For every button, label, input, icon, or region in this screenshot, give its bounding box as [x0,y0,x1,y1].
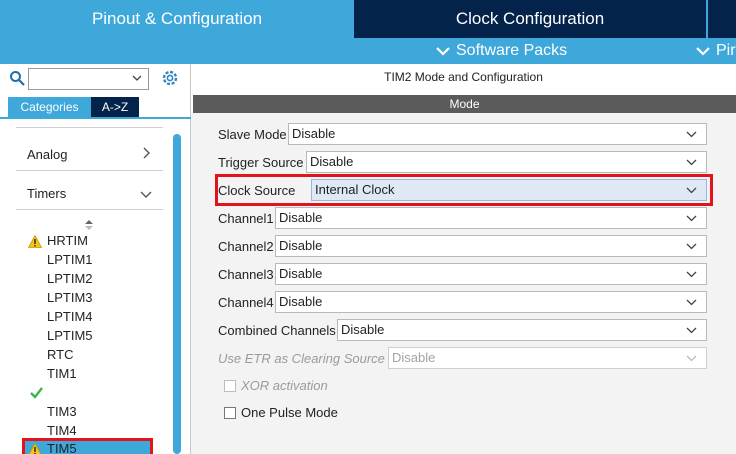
pinout-menu-label: Pir [716,42,736,59]
channel1-select[interactable]: Disable [275,207,707,229]
channel3-value: Disable [279,266,323,281]
warning-icon [28,235,42,248]
tab-overflow[interactable] [706,0,736,38]
chevron-down-icon [686,271,697,278]
channel4-value: Disable [279,294,323,309]
chevron-down-icon[interactable] [132,73,142,83]
panel-title: TIM2 Mode and Configuration [384,70,543,84]
combined-channels-select[interactable]: Disable [337,319,707,341]
channel1-label: Channel1 [218,211,274,226]
search-row [0,64,191,94]
chevron-down-icon [686,299,697,306]
chevron-down-icon [696,47,710,56]
xor-activation-checkbox [224,380,236,392]
timer-item-lptim3[interactable]: LPTIM3 [47,289,93,307]
chevron-down-icon [686,355,697,362]
combined-channels-label: Combined Channels [218,323,336,338]
tab-categories[interactable]: Categories [8,97,91,117]
channel4-select[interactable]: Disable [275,291,707,313]
chevron-down-icon [686,159,697,166]
category-tab-underline [0,117,191,119]
timer-item-tim4[interactable]: TIM4 [47,422,77,440]
channel3-label: Channel3 [218,267,274,282]
timer-item-lptim5[interactable]: LPTIM5 [47,327,93,345]
use-etr-value: Disable [392,350,436,365]
divider [16,209,163,210]
tab-a-to-z[interactable]: A->Z [91,97,139,117]
channel2-select[interactable]: Disable [275,235,707,257]
mode-section-header[interactable]: Mode [193,95,736,113]
chevron-down-icon [436,47,450,56]
chevron-down-icon[interactable] [140,188,152,200]
timer-item-lptim4[interactable]: LPTIM4 [47,308,93,326]
software-packs-label: Software Packs [456,42,568,59]
use-etr-label: Use ETR as Clearing Source [218,351,385,366]
warning-icon [28,443,42,454]
chevron-down-icon [686,215,697,222]
trigger-source-value: Disable [310,154,354,169]
scrollbar[interactable] [173,134,181,454]
channel2-label: Channel2 [218,239,274,254]
gear-icon[interactable] [161,69,179,87]
channel4-label: Channel4 [218,295,274,310]
search-input[interactable] [28,68,149,90]
xor-activation-label: XOR activation [241,378,328,393]
combined-channels-value: Disable [341,322,385,337]
category-list: Analog Timers HRTIM LPTIM1 LPTIM2 LPTIM3… [0,120,191,454]
tab-pinout-configuration[interactable]: Pinout & Configuration [0,0,354,38]
chevron-down-icon [686,131,697,138]
sort-icon[interactable] [84,219,94,231]
timer-item-tim1[interactable]: TIM1 [47,365,77,383]
clock-source-select[interactable]: Internal Clock [311,179,707,201]
search-icon [10,71,25,86]
timer-item-tim3[interactable]: TIM3 [47,403,77,421]
mode-form: Slave Mode Disable Trigger Source Disabl… [191,113,736,454]
right-panel: TIM2 Mode and Configuration Mode Slave M… [191,64,736,454]
timer-item-lptim1[interactable]: LPTIM1 [47,251,93,269]
channel2-value: Disable [279,238,323,253]
divider [16,127,163,128]
use-etr-select: Disable [388,347,707,369]
left-panel: Categories A->Z Analog Timers HRTIM LPTI… [0,64,191,454]
tab-clock-configuration[interactable]: Clock Configuration [354,0,706,38]
clock-source-label: Clock Source [218,183,296,198]
slave-mode-label: Slave Mode [218,127,287,142]
chevron-down-icon [686,327,697,334]
check-icon [30,387,43,399]
timer-item-tim5[interactable]: TIM5 [47,440,77,454]
timer-item-rtc[interactable]: RTC [47,346,73,364]
sub-menu-bar: Software Packs Pir [0,38,736,64]
timer-item-hrtim[interactable]: HRTIM [47,232,88,250]
one-pulse-mode-label: One Pulse Mode [241,405,338,420]
trigger-source-label: Trigger Source [218,155,304,170]
timer-item-lptim2[interactable]: LPTIM2 [47,270,93,288]
slave-mode-value: Disable [292,126,336,141]
pinout-menu[interactable]: Pir [696,38,736,64]
chevron-down-icon [686,187,697,194]
clock-source-value: Internal Clock [315,182,395,197]
group-timers[interactable]: Timers [27,186,66,201]
software-packs-menu[interactable]: Software Packs [436,38,567,64]
chevron-down-icon [686,243,697,250]
divider [16,170,163,171]
slave-mode-select[interactable]: Disable [288,123,707,145]
timer-item-tim2[interactable]: TIM2 [47,384,77,402]
channel1-value: Disable [279,210,323,225]
channel3-select[interactable]: Disable [275,263,707,285]
chevron-right-icon[interactable] [140,147,152,159]
trigger-source-select[interactable]: Disable [306,151,707,173]
top-tab-bar: Pinout & Configuration Clock Configurati… [0,0,736,38]
group-analog[interactable]: Analog [27,147,67,162]
one-pulse-mode-checkbox[interactable] [224,407,236,419]
